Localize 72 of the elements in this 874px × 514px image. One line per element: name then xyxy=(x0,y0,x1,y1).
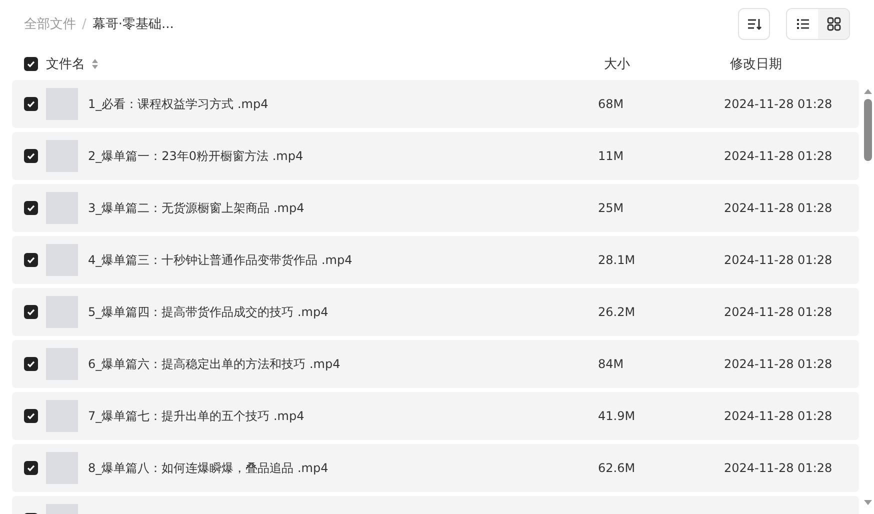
file-name: 2_爆单篇一：23年0粉开橱窗方法 .mp4 xyxy=(88,148,304,164)
sort-arrows-icon[interactable] xyxy=(91,58,99,70)
row-checkbox[interactable] xyxy=(24,201,38,215)
file-size: 26.2M xyxy=(598,305,636,319)
row-checkbox[interactable] xyxy=(24,409,38,423)
check-icon xyxy=(26,59,36,69)
row-checkbox[interactable] xyxy=(24,253,38,267)
file-name: 3_爆单篇二：无货源橱窗上架商品 .mp4 xyxy=(88,200,306,216)
list-icon xyxy=(794,16,810,32)
file-size: 25M xyxy=(598,201,625,215)
photo-placeholder xyxy=(46,140,78,172)
file-size: 11M xyxy=(598,149,625,163)
file-name: 6_爆单篇六：提高稳定出单的方法和技巧 .mp4 xyxy=(88,356,342,372)
sort-icon xyxy=(746,16,762,32)
modified-date: 2024-11-28 01:28 xyxy=(724,357,832,371)
photo-placeholder xyxy=(46,192,78,224)
photo-placeholder xyxy=(46,296,78,328)
breadcrumb-item[interactable]: 幕哥·零基础... xyxy=(92,15,174,33)
modified-date: 2024-11-28 01:28 xyxy=(724,305,832,319)
check-icon xyxy=(26,307,36,317)
check-icon xyxy=(26,255,36,265)
file-name: 1_必看：课程权益学习方式 .mp4 xyxy=(88,96,270,112)
sort-button[interactable] xyxy=(738,8,770,40)
row-checkbox[interactable] xyxy=(24,97,38,111)
file-row[interactable]: 3_爆单篇二：无货源橱窗上架商品 .mp4 25M 2024-11-28 01:28 xyxy=(12,184,859,232)
file-row[interactable]: 6_爆单篇六：提高稳定出单的方法和技巧 .mp4 84M 2024-11-28 01:28 xyxy=(12,340,859,388)
row-checkbox[interactable] xyxy=(24,149,38,163)
file-size: 84M xyxy=(598,357,625,371)
check-icon xyxy=(26,203,36,213)
scroll-up-icon[interactable] xyxy=(864,88,872,94)
column-header[interactable]: 修改日期 xyxy=(730,55,782,73)
modified-date: 2024-11-28 01:28 xyxy=(724,253,832,267)
file-size: 68M xyxy=(598,97,625,111)
check-icon xyxy=(26,463,36,473)
file-row[interactable]: 2_爆单篇一：23年0粉开橱窗方法 .mp4 11M 2024-11-28 01:28 xyxy=(12,132,859,180)
photo-placeholder xyxy=(46,88,78,120)
photo-placeholder xyxy=(46,244,78,276)
grid-view-button[interactable] xyxy=(818,9,849,39)
column-header[interactable]: 大小 xyxy=(604,55,630,73)
file-name: 8_爆单篇八：如何连爆瞬爆，叠品追品 .mp4 xyxy=(88,460,330,476)
photo-placeholder xyxy=(46,400,78,432)
file-row[interactable]: 1_必看：课程权益学习方式 .mp4 68M 2024-11-28 01:28 xyxy=(12,80,859,128)
check-icon xyxy=(26,359,36,369)
photo-placeholder xyxy=(46,348,78,380)
check-icon xyxy=(26,99,36,109)
photo-placeholder xyxy=(46,452,78,484)
scrollbar-thumb[interactable] xyxy=(864,99,872,161)
file-size: 41.9M xyxy=(598,409,636,423)
row-checkbox[interactable] xyxy=(24,357,38,371)
modified-date: 2024-11-28 01:28 xyxy=(724,409,832,423)
file-size: 28.1M xyxy=(598,253,636,267)
file-name: 7_爆单篇七：提升出单的五个技巧 .mp4 xyxy=(88,408,306,424)
file-row[interactable]: 8_爆单篇八：如何连爆瞬爆，叠品追品 .mp4 62.6M 2024-11-28 01:28 xyxy=(12,444,859,492)
file-row[interactable]: 5_爆单篇四：提高带货作品成交的技巧 .mp4 26.2M 2024-11-28 01:28 xyxy=(12,288,859,336)
modified-date: 2024-11-28 01:28 xyxy=(724,97,832,111)
column-header[interactable]: 文件名 xyxy=(46,55,85,73)
select-all-checkbox[interactable] xyxy=(24,57,38,71)
check-icon xyxy=(26,411,36,421)
row-checkbox[interactable] xyxy=(24,461,38,475)
row-checkbox[interactable] xyxy=(24,305,38,319)
file-size: 62.6M xyxy=(598,461,636,475)
file-row[interactable]: 7_爆单篇七：提升出单的五个技巧 .mp4 41.9M 2024-11-28 01:28 xyxy=(12,392,859,440)
file-name: 4_爆单篇三：十秒钟让普通作品变带货作品 .mp4 xyxy=(88,252,354,268)
scroll-down-icon[interactable] xyxy=(864,500,872,506)
grid-icon xyxy=(826,16,842,32)
file-row[interactable]: 4_爆单篇三：十秒钟让普通作品变带货作品 .mp4 28.1M 2024-11-28 01:28 xyxy=(12,236,859,284)
breadcrumb-separator: / xyxy=(82,16,86,32)
modified-date: 2024-11-28 01:28 xyxy=(724,461,832,475)
modified-date: 2024-11-28 01:28 xyxy=(724,149,832,163)
check-icon xyxy=(26,151,36,161)
file-name: 5_爆单篇四：提高带货作品成交的技巧 .mp4 xyxy=(88,304,330,320)
modified-date: 2024-11-28 01:28 xyxy=(724,201,832,215)
